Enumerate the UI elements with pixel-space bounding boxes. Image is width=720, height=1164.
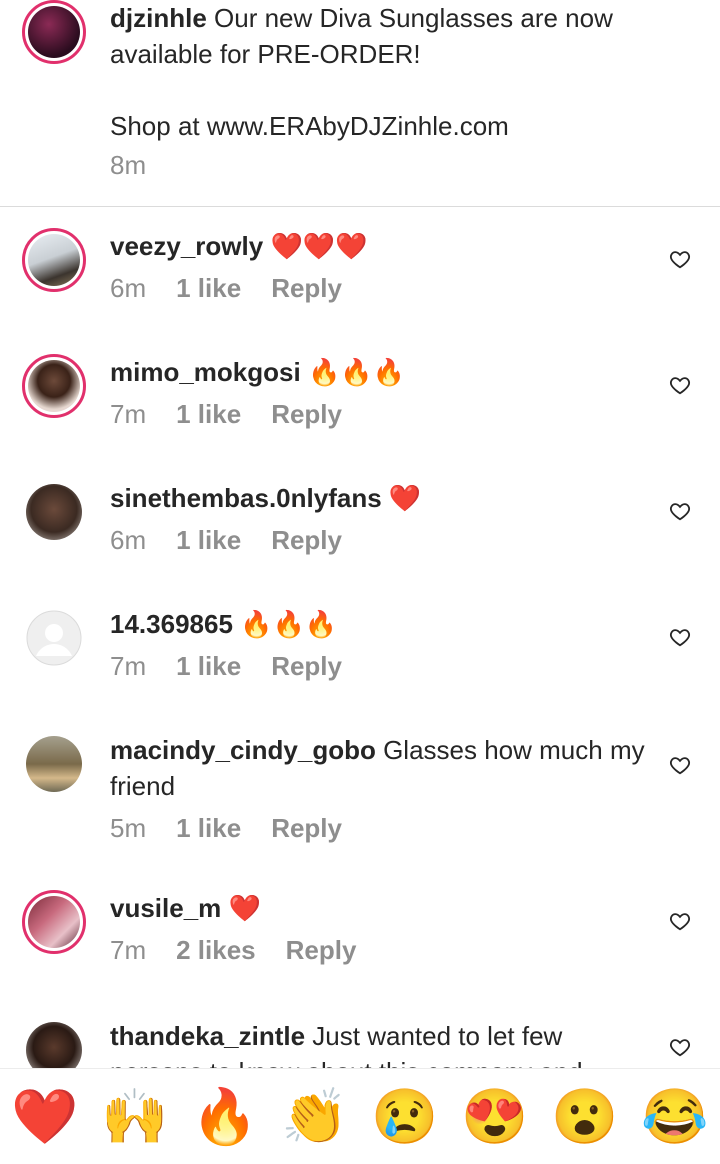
fire-emoji-button[interactable]: 🔥 [191, 1087, 258, 1147]
caption-line2: Shop at www.ERAbyDJZinhle.com [110, 111, 509, 141]
comment-text: ❤️ [228, 893, 261, 923]
reply-button[interactable]: Reply [271, 810, 342, 846]
like-heart-icon[interactable] [669, 754, 691, 776]
laughing-tears-emoji-button[interactable]: 😂 [641, 1087, 708, 1147]
comment-username[interactable]: mimo_mokgosi [110, 357, 301, 387]
emoji-reaction-bar: ❤️ 🙌 🔥 👏 😢 😍 😮 😂 [0, 1068, 720, 1164]
comment-time: 6m [110, 273, 147, 303]
clapping-hands-emoji-button[interactable]: 👏 [281, 1087, 348, 1147]
comment-username[interactable]: vusile_m [110, 893, 221, 923]
avatar[interactable] [26, 1022, 82, 1068]
like-heart-icon[interactable] [669, 374, 691, 396]
comment-likes[interactable]: 2 likes [176, 932, 256, 968]
comment-likes[interactable]: 1 like [176, 270, 241, 306]
like-heart-icon[interactable] [669, 500, 691, 522]
comment-username[interactable]: veezy_rowly [110, 231, 263, 261]
crying-face-emoji-button[interactable]: 😢 [371, 1087, 438, 1147]
avatar[interactable] [22, 228, 86, 292]
like-heart-icon[interactable] [669, 626, 691, 648]
post-caption: djzinhle Our new Diva Sunglasses are now… [0, 0, 720, 206]
comment-text: 🔥🔥🔥 [307, 357, 406, 387]
avatar[interactable] [26, 484, 82, 540]
comment-username[interactable]: macindy_cindy_gobo [110, 735, 376, 765]
comment-time: 6m [110, 525, 147, 555]
avatar[interactable] [26, 610, 82, 666]
caption-text: djzinhle Our new Diva Sunglasses are now… [110, 0, 690, 144]
like-heart-icon[interactable] [669, 248, 691, 270]
default-avatar-icon [26, 610, 82, 666]
heart-eyes-emoji-button[interactable]: 😍 [461, 1087, 528, 1147]
comment-text: ❤️❤️❤️ [270, 231, 368, 261]
raising-hands-emoji-button[interactable]: 🙌 [101, 1087, 168, 1147]
surprised-face-emoji-button[interactable]: 😮 [551, 1087, 618, 1147]
comment-likes[interactable]: 1 like [176, 396, 241, 432]
reply-button[interactable]: Reply [271, 270, 342, 306]
comment-time: 7m [110, 651, 147, 681]
comment-username[interactable]: thandeka_zintle [110, 1021, 305, 1051]
comment-time: 7m [110, 935, 147, 965]
like-heart-icon[interactable] [669, 1036, 691, 1058]
comment-item-partial: thandeka_zintle Just wanted to let few p… [0, 1010, 720, 1068]
comment-likes[interactable]: 1 like [176, 648, 241, 684]
comment-likes[interactable]: 1 like [176, 810, 241, 846]
comment-text: ❤️ [388, 483, 422, 513]
avatar[interactable] [22, 0, 86, 64]
comment-likes[interactable]: 1 like [176, 522, 241, 558]
comment-time: 7m [110, 399, 147, 429]
comment-text: 🔥🔥🔥 [240, 609, 338, 639]
like-heart-icon[interactable] [669, 910, 691, 932]
comment-username[interactable]: sinethembas.0nlyfans [110, 483, 382, 513]
comment-username[interactable]: 14.369865 [110, 609, 233, 639]
caption-username[interactable]: djzinhle [110, 3, 207, 33]
divider [0, 206, 720, 207]
reply-button[interactable]: Reply [271, 648, 342, 684]
avatar[interactable] [26, 736, 82, 792]
comment-time: 5m [110, 813, 147, 843]
avatar[interactable] [22, 890, 86, 954]
avatar[interactable] [22, 354, 86, 418]
reply-button[interactable]: Reply [271, 522, 342, 558]
red-heart-emoji-button[interactable]: ❤️ [11, 1087, 78, 1147]
reply-button[interactable]: Reply [271, 396, 342, 432]
reply-button[interactable]: Reply [286, 932, 357, 968]
caption-time: 8m [110, 150, 147, 180]
